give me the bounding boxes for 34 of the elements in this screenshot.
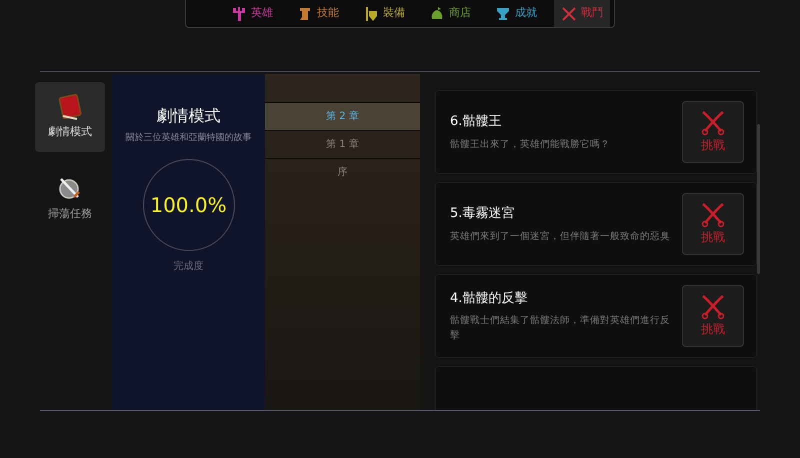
chapter-item[interactable]: 第 1 章 bbox=[265, 130, 420, 158]
nav-tab[interactable]: 技能 bbox=[290, 0, 346, 27]
nav-tab[interactable]: 裝備 bbox=[356, 0, 412, 27]
crossed-swords-icon bbox=[700, 202, 726, 228]
chapter-item[interactable]: 序 bbox=[265, 158, 420, 186]
challenge-button[interactable]: 挑戰 bbox=[682, 285, 744, 347]
quest-title: 4.骷髏的反擊 bbox=[450, 290, 528, 308]
nav-tab[interactable]: 商店 bbox=[422, 0, 478, 27]
crossed-swords-icon bbox=[700, 294, 726, 320]
crossed-swords-icon bbox=[561, 6, 577, 22]
nav-tab[interactable]: 戰鬥 bbox=[554, 0, 610, 27]
scroll-icon bbox=[297, 6, 313, 22]
nav-tab[interactable]: 成就 bbox=[488, 0, 544, 27]
challenge-button[interactable]: 挑戰 bbox=[682, 193, 744, 255]
quest-description: 骷髏王出來了，英雄們能戰勝它嗎？ bbox=[450, 138, 611, 152]
progress-label: 完成度 bbox=[174, 260, 204, 274]
trophy-icon bbox=[495, 6, 511, 22]
challenge-button[interactable]: 挑戰 bbox=[682, 101, 744, 163]
quest-title: 5.毒霧迷宮 bbox=[450, 205, 516, 224]
book-icon bbox=[58, 94, 82, 120]
shield-icon bbox=[363, 6, 379, 22]
quest-description: 英雄們來到了一個迷宮，但伴隨著一般致命的惡臭 bbox=[450, 230, 671, 244]
nav-tab[interactable]: 英雄 bbox=[224, 0, 280, 27]
story-subtitle: 關於三位英雄和亞蘭特國的故事 bbox=[126, 132, 252, 145]
figure-icon bbox=[231, 6, 247, 22]
sidebar-item[interactable]: 掃蕩任務 bbox=[35, 164, 105, 234]
quest-description: 骷髏戰士們結集了骷髏法師，準備對英雄們進行反擊 bbox=[450, 314, 671, 344]
progress-value: 100.0% bbox=[150, 192, 227, 218]
pouch-icon bbox=[429, 6, 445, 22]
quest-title: 6.骷髏王 bbox=[450, 113, 502, 132]
chapter-item[interactable]: 第 2 章 bbox=[265, 102, 420, 130]
story-title: 劇情模式 bbox=[156, 105, 220, 127]
sidebar-item[interactable]: 劇情模式 bbox=[35, 82, 105, 152]
crossed-swords-icon bbox=[700, 110, 726, 136]
